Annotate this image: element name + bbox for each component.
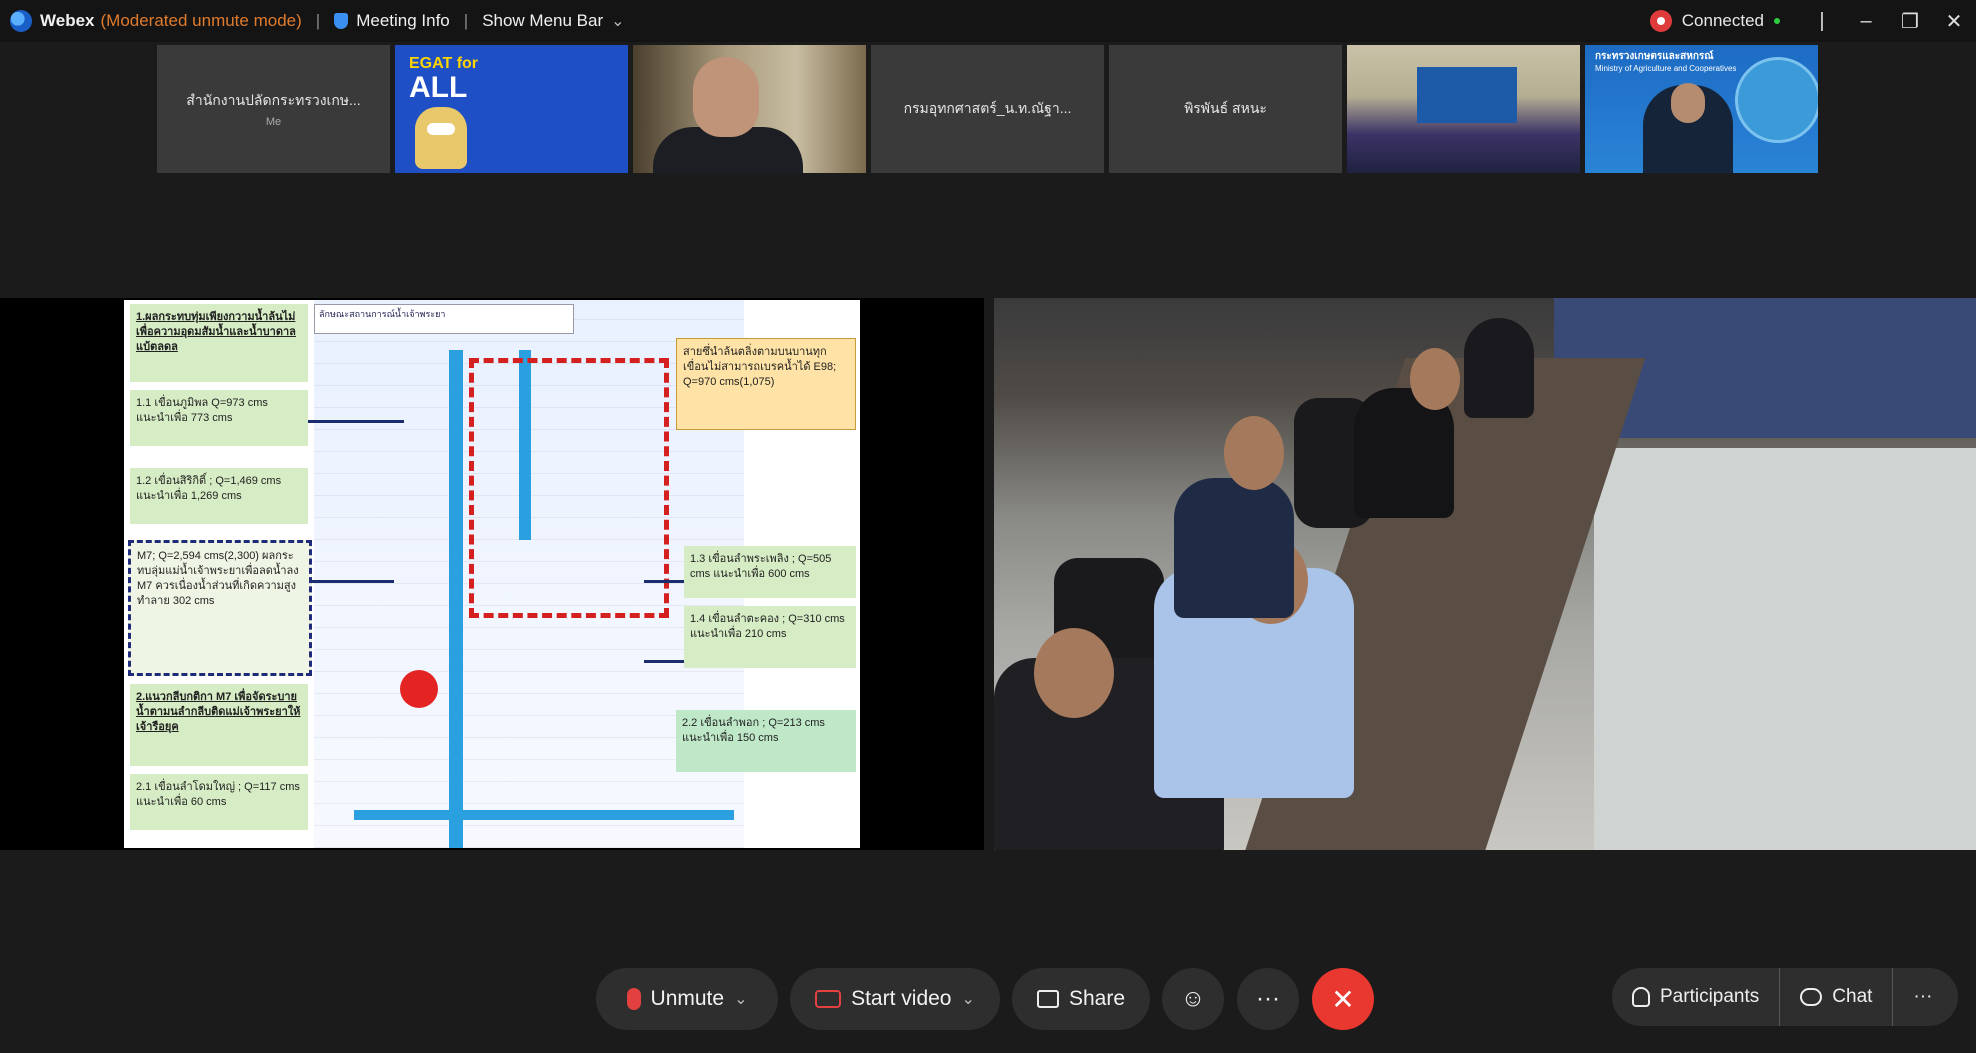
title-separator-2: | xyxy=(463,11,469,30)
participant-tile-video[interactable] xyxy=(633,45,866,173)
slide-note: 2.1 เขื่อนลำโดมใหญ่ ; Q=117 cms แนะนำเพื… xyxy=(130,774,308,830)
attendee-face xyxy=(1224,416,1284,490)
risk-zone-outline xyxy=(469,358,669,618)
ministry-name-thai: กระทรวงเกษตรและสหกรณ์ xyxy=(1595,51,1714,62)
slide-note: สายซึ่นำล้นตลิ่งตามบนบานทุกเขื่อนไม่สามา… xyxy=(676,338,856,430)
reactions-button[interactable]: ☺ xyxy=(1162,968,1224,1030)
room-screen xyxy=(1417,67,1517,123)
more-panels-button[interactable]: ··· xyxy=(1893,968,1952,1026)
ministry-banner: กระทรวงเกษตรและสหกรณ์ Ministry of Agricu… xyxy=(1595,49,1736,73)
slide-note: 1.3 เขื่อนลำพระเพลิง ; Q=505 cms แนะนำเพ… xyxy=(684,546,856,598)
connection-status[interactable]: Connected xyxy=(1649,10,1780,32)
chevron-down-icon: ⌄ xyxy=(611,13,625,30)
webex-logo-icon xyxy=(10,10,32,32)
end-meeting-button[interactable]: ✕ xyxy=(1312,968,1374,1030)
title-separator: | xyxy=(315,11,321,30)
egat-logo-all: ALL xyxy=(409,71,468,104)
recording-icon xyxy=(1649,10,1672,32)
slide-note: 2.2 เขื่อนลำพอก ; Q=213 cms แนะนำเพื่อ 1… xyxy=(676,710,856,772)
participant-name: พิรพันธ์ สหนะ xyxy=(1184,100,1267,116)
participant-strip: สำนักงานปลัดกระทรวงเกษ... Me EGAT for AL… xyxy=(157,45,1818,173)
egat-mascot-icon xyxy=(415,107,467,169)
attendee xyxy=(1464,318,1534,418)
minimize-button[interactable]: – xyxy=(1844,10,1888,33)
participant-face xyxy=(693,57,759,137)
participant-name: สำนักงานปลัดกระทรวงเกษ... xyxy=(186,92,361,108)
chevron-down-icon[interactable]: ⌄ xyxy=(961,989,974,1009)
meeting-info-label: Meeting Info xyxy=(356,11,450,30)
unmute-label: Unmute xyxy=(650,987,725,1010)
slide-note: 2.แนวกลีบกติกา M7 เพื่อจัดระบายน้ำตามนลำ… xyxy=(130,684,308,766)
share-icon xyxy=(1036,990,1059,1008)
more-icon: ··· xyxy=(1256,985,1280,1012)
share-label: Share xyxy=(1068,987,1126,1010)
participants-button[interactable]: Participants xyxy=(1612,968,1779,1026)
shared-slide[interactable]: ลักษณะสถานการณ์น้ำเจ้าพระยา 1.ผลกระทบทุ่… xyxy=(124,300,860,848)
share-button[interactable]: Share xyxy=(1012,968,1150,1030)
ministry-name-english: Ministry of Agriculture and Cooperatives xyxy=(1595,64,1737,73)
participant-tile-room[interactable] xyxy=(1347,45,1580,173)
participant-tile-self[interactable]: สำนักงานปลัดกระทรวงเกษ... Me xyxy=(157,45,390,173)
slide-note: 1.1 เขื่อนภูมิพล Q=973 cms แนะนำเพื่อ 77… xyxy=(130,390,308,446)
chat-label: Chat xyxy=(1832,986,1873,1007)
participant-tile-pirapan[interactable]: พิรพันธ์ สหนะ xyxy=(1109,45,1342,173)
divider-icon: | xyxy=(1819,9,1825,32)
participant-tile-egat[interactable]: EGAT for ALL xyxy=(395,45,628,173)
show-menu-bar-label: Show Menu Bar xyxy=(482,11,604,30)
attendee-face xyxy=(1410,348,1460,410)
meeting-controls: Unmute ⌄ Start video ⌄ Share ☺ ··· ✕ Par… xyxy=(0,968,1976,1038)
start-video-label: Start video xyxy=(851,987,952,1010)
room-floor xyxy=(1594,448,1976,850)
participant-me-label: Me xyxy=(265,116,282,128)
river-main xyxy=(449,350,463,848)
slide-note: 1.ผลกระทบทุ่มเพียงกวามน้ำล้นไม่เพื่อความ… xyxy=(130,304,308,382)
slide-note: M7; Q=2,594 cms(2,300) ผลกระทบลุ่มแม่น้ำ… xyxy=(128,540,312,676)
connection-status-label: Connected xyxy=(1681,11,1764,30)
chat-button[interactable]: Chat xyxy=(1780,968,1892,1026)
attendee-face xyxy=(1034,628,1114,718)
flood-hotspot-marker xyxy=(400,670,438,708)
moderated-mode-label: (Moderated unmute mode) xyxy=(100,11,302,30)
slide-note: 1.4 เขื่อนลำตะคอง ; Q=310 cms แนะนำเพื่อ… xyxy=(684,606,856,668)
right-panel-controls: Participants Chat ··· xyxy=(1612,968,1958,1026)
title-bar-right: Connected | – ❐ ✕ xyxy=(1649,0,1976,42)
microphone-muted-icon xyxy=(626,988,641,1010)
attendee xyxy=(1174,478,1294,618)
participant-face xyxy=(1671,83,1705,123)
status-dot-icon xyxy=(1774,18,1780,24)
smiley-icon: ☺ xyxy=(1180,985,1206,1012)
participants-label: Participants xyxy=(1660,986,1760,1007)
unmute-button[interactable]: Unmute ⌄ xyxy=(596,968,778,1030)
show-menu-bar-button[interactable]: Show Menu Bar ⌄ xyxy=(482,11,624,31)
video-off-icon xyxy=(815,990,842,1008)
river-gulf xyxy=(354,810,734,820)
app-name: Webex xyxy=(40,11,95,30)
participant-tile-hydro[interactable]: กรมอุทกศาสตร์_น.ท.ณัฐา... xyxy=(871,45,1104,173)
ministry-seal-icon xyxy=(1735,57,1818,143)
close-icon: ✕ xyxy=(1331,983,1355,1015)
close-window-button[interactable]: ✕ xyxy=(1932,9,1976,34)
more-options-button[interactable]: ··· xyxy=(1237,968,1299,1030)
active-speaker-video[interactable] xyxy=(994,298,1976,850)
slide-header: ลักษณะสถานการณ์น้ำเจ้าพระยา xyxy=(314,304,574,334)
more-icon: ··· xyxy=(1913,986,1933,1007)
participant-name: กรมอุทกศาสตร์_น.ท.ณัฐา... xyxy=(903,100,1072,116)
restore-button[interactable]: ❐ xyxy=(1888,9,1932,34)
start-video-button[interactable]: Start video ⌄ xyxy=(790,968,1000,1030)
chat-icon xyxy=(1800,988,1823,1006)
participant-tile-ministry[interactable]: กระทรวงเกษตรและสหกรณ์ Ministry of Agricu… xyxy=(1585,45,1818,173)
shield-icon xyxy=(334,13,349,29)
participants-icon xyxy=(1632,987,1650,1007)
chevron-down-icon[interactable]: ⌄ xyxy=(734,989,747,1009)
meeting-info-button[interactable]: Meeting Info xyxy=(334,11,450,31)
title-bar: Webex (Moderated unmute mode) | Meeting … xyxy=(0,0,1976,42)
slide-note: 1.2 เขื่อนสิริกิติ์ ; Q=1,469 cms แนะนำเ… xyxy=(130,468,308,524)
